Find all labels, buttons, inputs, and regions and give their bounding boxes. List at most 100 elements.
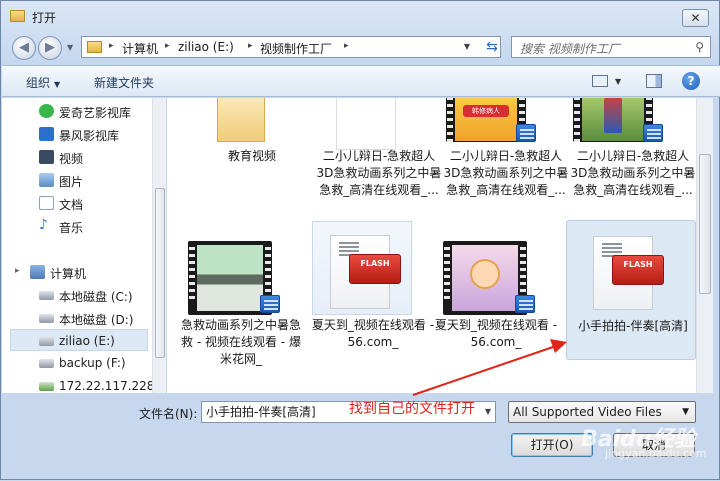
sidebar-item-drive-d[interactable]: 本地磁盘 (D:) — [2, 307, 152, 329]
folder-icon — [217, 98, 265, 142]
file-item[interactable]: 二小儿辩日-急救超人3D急救动画系列之中暑急救_高清在线观看_... — [316, 98, 442, 218]
video-file-icon — [643, 124, 663, 142]
arrow-right-icon: ▶ — [45, 40, 55, 55]
drive-e-icon — [39, 337, 54, 346]
file-thumbnail — [336, 98, 396, 150]
arrow-left-icon: ◀ — [19, 40, 29, 55]
file-item[interactable]: FLASH 夏天到_视频在线观看 - 56.com_ — [310, 221, 436, 381]
sidebar-item-videos[interactable]: 视频 — [2, 146, 152, 168]
sidebar-item-label: backup (F:) — [59, 356, 126, 370]
file-item[interactable]: 韩修病人 二小儿辩日-急救超人3D急救动画系列之中暑急救_高清在线观看_... — [443, 98, 569, 218]
drive-d-icon — [39, 314, 54, 323]
preview-pane-icon[interactable] — [646, 74, 662, 88]
breadcrumb-computer[interactable]: 计算机 — [122, 40, 158, 57]
sidebar-item-drive-c[interactable]: 本地磁盘 (C:) — [2, 284, 152, 306]
search-icon[interactable]: ⚲ — [695, 40, 704, 54]
flash-file-icon: FLASH — [330, 235, 401, 309]
help-icon[interactable]: ? — [682, 72, 700, 90]
thumbnail-caption: 韩修病人 — [463, 105, 509, 117]
music-library-icon: ♪ — [39, 217, 48, 233]
sidebar-item-label: 音乐 — [59, 221, 84, 235]
drive-f-icon — [39, 359, 54, 368]
close-button[interactable]: ✕ — [682, 9, 709, 27]
breadcrumb-drive-e[interactable]: ziliao (E:) — [178, 40, 234, 54]
video-library-icon — [39, 150, 54, 164]
file-name: 二小儿辩日-急救超人3D急救动画系列之中暑急救_高清在线观看_... — [316, 149, 442, 197]
sidebar-item-pictures[interactable]: 图片 — [2, 169, 152, 191]
view-options-dropdown[interactable]: ▼ — [615, 77, 621, 86]
video-thumbnail: 韩修病人 — [446, 98, 526, 142]
file-list: 教育视频 二小儿辩日-急救超人3D急救动画系列之中暑急救_高清在线观看_... … — [167, 98, 696, 393]
iqiyi-icon — [39, 104, 54, 118]
file-item-selected[interactable]: FLASH 小手拍拍-伴奏[高清] — [566, 220, 696, 362]
breadcrumb-folder[interactable]: 视频制作工厂 — [260, 40, 332, 57]
chevron-down-icon: ▼ — [54, 80, 61, 89]
thumbnail-frame — [452, 245, 518, 311]
scrollbar-thumb[interactable] — [155, 188, 165, 358]
file-type-select[interactable]: All Supported Video Files ▼ — [508, 401, 696, 423]
file-item[interactable]: 二小儿辩日-急救超人3D急救动画系列之中暑急救_高清在线观看_... — [570, 98, 696, 218]
sidebar-item-drive-f[interactable]: backup (F:) — [2, 352, 152, 374]
window-title: 打开 — [32, 11, 57, 25]
change-view-icon[interactable] — [592, 75, 608, 87]
file-item[interactable]: 急救动画系列之中暑急救 - 视频在线观看 - 爆米花网_ — [178, 241, 304, 391]
thumbnail-frame: 韩修病人 — [455, 98, 517, 141]
chevron-right-icon[interactable]: ▸ — [248, 41, 253, 51]
sidebar-item-drive-e[interactable]: ziliao (E:) — [10, 329, 148, 351]
file-name: 急救动画系列之中暑急救 - 视频在线观看 - 爆米花网_ — [180, 318, 301, 366]
chevron-right-icon[interactable]: ▸ — [165, 41, 170, 51]
organize-button[interactable]: 组织 ▼ — [26, 74, 60, 91]
chevron-right-icon[interactable]: ▸ — [344, 41, 349, 51]
thumbnail-frame — [582, 98, 644, 141]
sidebar-item-label: 图片 — [59, 175, 84, 189]
hero-figure — [604, 98, 622, 133]
annotation-text: 找到自己的文件打开 — [349, 401, 475, 417]
address-dropdown[interactable]: ▼ — [464, 42, 470, 51]
file-name: 二小儿辩日-急救超人3D急救动画系列之中暑急救_高清在线观看_... — [570, 149, 696, 197]
refresh-button[interactable]: ⇆ — [481, 37, 503, 57]
sidebar-item-documents[interactable]: 文档 — [2, 192, 152, 214]
sidebar-item-label: 本地磁盘 (C:) — [59, 290, 133, 304]
file-item-folder[interactable]: 教育视频 — [189, 98, 315, 178]
title-bar: 打开 ✕ — [1, 1, 719, 31]
back-button[interactable]: ◀ — [12, 36, 36, 60]
filename-value: 小手拍拍-伴奏[高清] — [206, 405, 316, 419]
forward-button[interactable]: ▶ — [38, 36, 62, 60]
sidebar-item-label: 暴风影视库 — [59, 129, 120, 143]
file-name: 教育视频 — [227, 149, 276, 163]
computer-icon — [30, 265, 45, 279]
baofeng-icon — [39, 127, 54, 141]
search-input[interactable]: 搜索 视频制作工厂 — [520, 40, 620, 57]
sidebar-item-label: 172.22.117.228 — [59, 379, 152, 393]
chevron-down-icon: ▼ — [682, 407, 689, 417]
address-bar[interactable]: ▸ 计算机 ▸ ziliao (E:) ▸ 视频制作工厂 ▸ ▼ — [81, 36, 501, 58]
video-thumbnail — [573, 98, 653, 142]
navigation-pane: 爱奇艺影视库 暴风影视库 视频 图片 文档 ♪ 音乐 ▸ 计算机 本地磁盘 (C… — [2, 98, 152, 393]
network-drive-icon — [39, 382, 54, 391]
video-file-icon — [515, 295, 535, 313]
sidebar-scrollbar[interactable] — [152, 98, 166, 393]
recent-pages-dropdown[interactable]: ▼ — [67, 43, 73, 52]
chevron-down-icon[interactable]: ▼ — [485, 402, 491, 422]
new-folder-button[interactable]: 新建文件夹 — [94, 74, 154, 91]
sidebar-item-label: 文档 — [59, 198, 84, 212]
file-item[interactable]: 夏天到_视频在线观看 - 56.com_ — [433, 241, 559, 381]
drive-c-icon — [39, 291, 54, 300]
sidebar-item-computer[interactable]: ▸ 计算机 — [2, 261, 152, 283]
flash-file-icon: FLASH — [593, 236, 664, 310]
file-list-scrollbar[interactable] — [696, 98, 713, 393]
search-box[interactable]: 搜索 视频制作工厂 ⚲ — [511, 36, 711, 58]
expand-arrow-icon[interactable]: ▸ — [15, 266, 20, 276]
sidebar-item-iqiyi[interactable]: 爱奇艺影视库 — [2, 100, 152, 122]
folder-icon — [10, 10, 25, 22]
chevron-right-icon[interactable]: ▸ — [109, 41, 114, 51]
sidebar-item-music[interactable]: ♪ 音乐 — [2, 215, 152, 237]
baby-figure — [470, 259, 500, 289]
sidebar-item-network-drive[interactable]: 172.22.117.228 — [2, 375, 152, 393]
scrollbar-thumb[interactable] — [699, 154, 711, 294]
sidebar-item-baofeng[interactable]: 暴风影视库 — [2, 123, 152, 145]
flash-badge: FLASH — [349, 254, 401, 284]
video-file-icon — [260, 295, 280, 313]
file-name: 二小儿辩日-急救超人3D急救动画系列之中暑急救_高清在线观看_... — [443, 149, 569, 197]
flash-badge: FLASH — [612, 255, 664, 285]
